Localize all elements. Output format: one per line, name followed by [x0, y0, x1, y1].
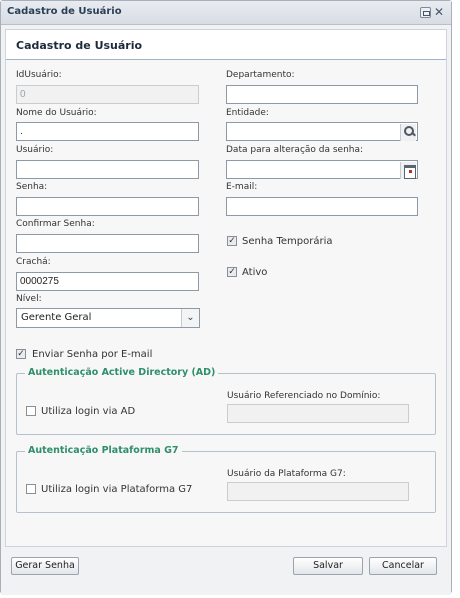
- ativo-checkbox[interactable]: ✓: [227, 267, 237, 277]
- data-alteracao-label: Data para alteração da senha:: [226, 145, 364, 155]
- usuario-label: Usuário:: [16, 145, 54, 155]
- senha-temporaria-label: Senha Temporária: [242, 236, 333, 247]
- entidade-field[interactable]: [226, 122, 418, 141]
- senha-temporaria-checkbox[interactable]: ✓: [227, 236, 237, 246]
- gerar-senha-button[interactable]: Gerar Senha: [11, 557, 79, 575]
- close-icon[interactable]: ✕: [433, 6, 445, 18]
- nivel-label: Nível:: [16, 294, 42, 304]
- confirmar-senha-field[interactable]: [16, 234, 199, 253]
- departamento-label: Departamento:: [226, 70, 295, 80]
- enviar-senha-checkbox[interactable]: ✓: [16, 349, 26, 359]
- nome-field[interactable]: [16, 122, 199, 141]
- ad-usuario-label: Usuário Referenciado no Domínio:: [227, 391, 381, 401]
- user-registration-window: Cadastro de Usuário ✕ Cadastro de Usuári…: [0, 0, 452, 595]
- dialog-footer: Gerar Senha Salvar Cancelar: [1, 549, 451, 595]
- g7-usuario-label: Usuário da Plataforma G7:: [227, 469, 346, 479]
- g7-usuario-field: [227, 482, 409, 501]
- form-panel: Cadastro de Usuário IdUsuário: Nome do U…: [5, 29, 447, 547]
- window-title: Cadastro de Usuário: [7, 6, 122, 17]
- ad-usuario-field: [227, 404, 409, 423]
- entidade-label: Entidade:: [226, 108, 269, 118]
- usuario-field[interactable]: [16, 160, 199, 179]
- cancelar-button[interactable]: Cancelar: [369, 557, 437, 575]
- g7-checkbox-label: Utiliza login via Plataforma G7: [41, 484, 193, 495]
- ad-checkbox-label: Utiliza login via AD: [41, 406, 136, 417]
- salvar-button[interactable]: Salvar: [293, 557, 363, 575]
- ad-fieldset: Autenticação Active Directory (AD) Utili…: [16, 367, 436, 435]
- confirmar-senha-label: Confirmar Senha:: [16, 219, 95, 229]
- email-label: E-mail:: [226, 182, 258, 192]
- departamento-field[interactable]: [226, 85, 418, 104]
- nivel-selected-value: Gerente Geral: [21, 312, 92, 323]
- search-icon[interactable]: [400, 124, 416, 141]
- id-label: IdUsuário:: [16, 70, 62, 80]
- g7-fieldset: Autenticação Plataforma G7 Utiliza login…: [16, 445, 436, 513]
- data-alteracao-field[interactable]: [226, 160, 418, 179]
- senha-label: Senha:: [16, 182, 48, 192]
- panel-header: Cadastro de Usuário: [6, 30, 446, 60]
- nivel-select[interactable]: Gerente Geral ⌄: [16, 308, 200, 328]
- id-field: [16, 85, 199, 104]
- chevron-down-icon[interactable]: ⌄: [181, 309, 199, 327]
- nome-label: Nome do Usuário:: [16, 108, 97, 118]
- ad-checkbox[interactable]: [26, 406, 36, 416]
- ativo-label: Ativo: [242, 267, 268, 278]
- email-field[interactable]: [226, 197, 418, 216]
- window-titlebar[interactable]: Cadastro de Usuário ✕: [1, 1, 451, 25]
- ad-legend: Autenticação Active Directory (AD): [25, 367, 219, 378]
- enviar-senha-label: Enviar Senha por E-mail: [32, 349, 153, 360]
- maximize-icon[interactable]: [420, 7, 431, 18]
- senha-field[interactable]: [16, 197, 199, 216]
- panel-title: Cadastro de Usuário: [16, 39, 143, 52]
- g7-checkbox[interactable]: [26, 484, 36, 494]
- g7-legend: Autenticação Plataforma G7: [25, 445, 182, 456]
- calendar-icon[interactable]: [400, 162, 416, 179]
- cracha-label: Crachá:: [16, 257, 51, 267]
- cracha-field[interactable]: [16, 272, 199, 291]
